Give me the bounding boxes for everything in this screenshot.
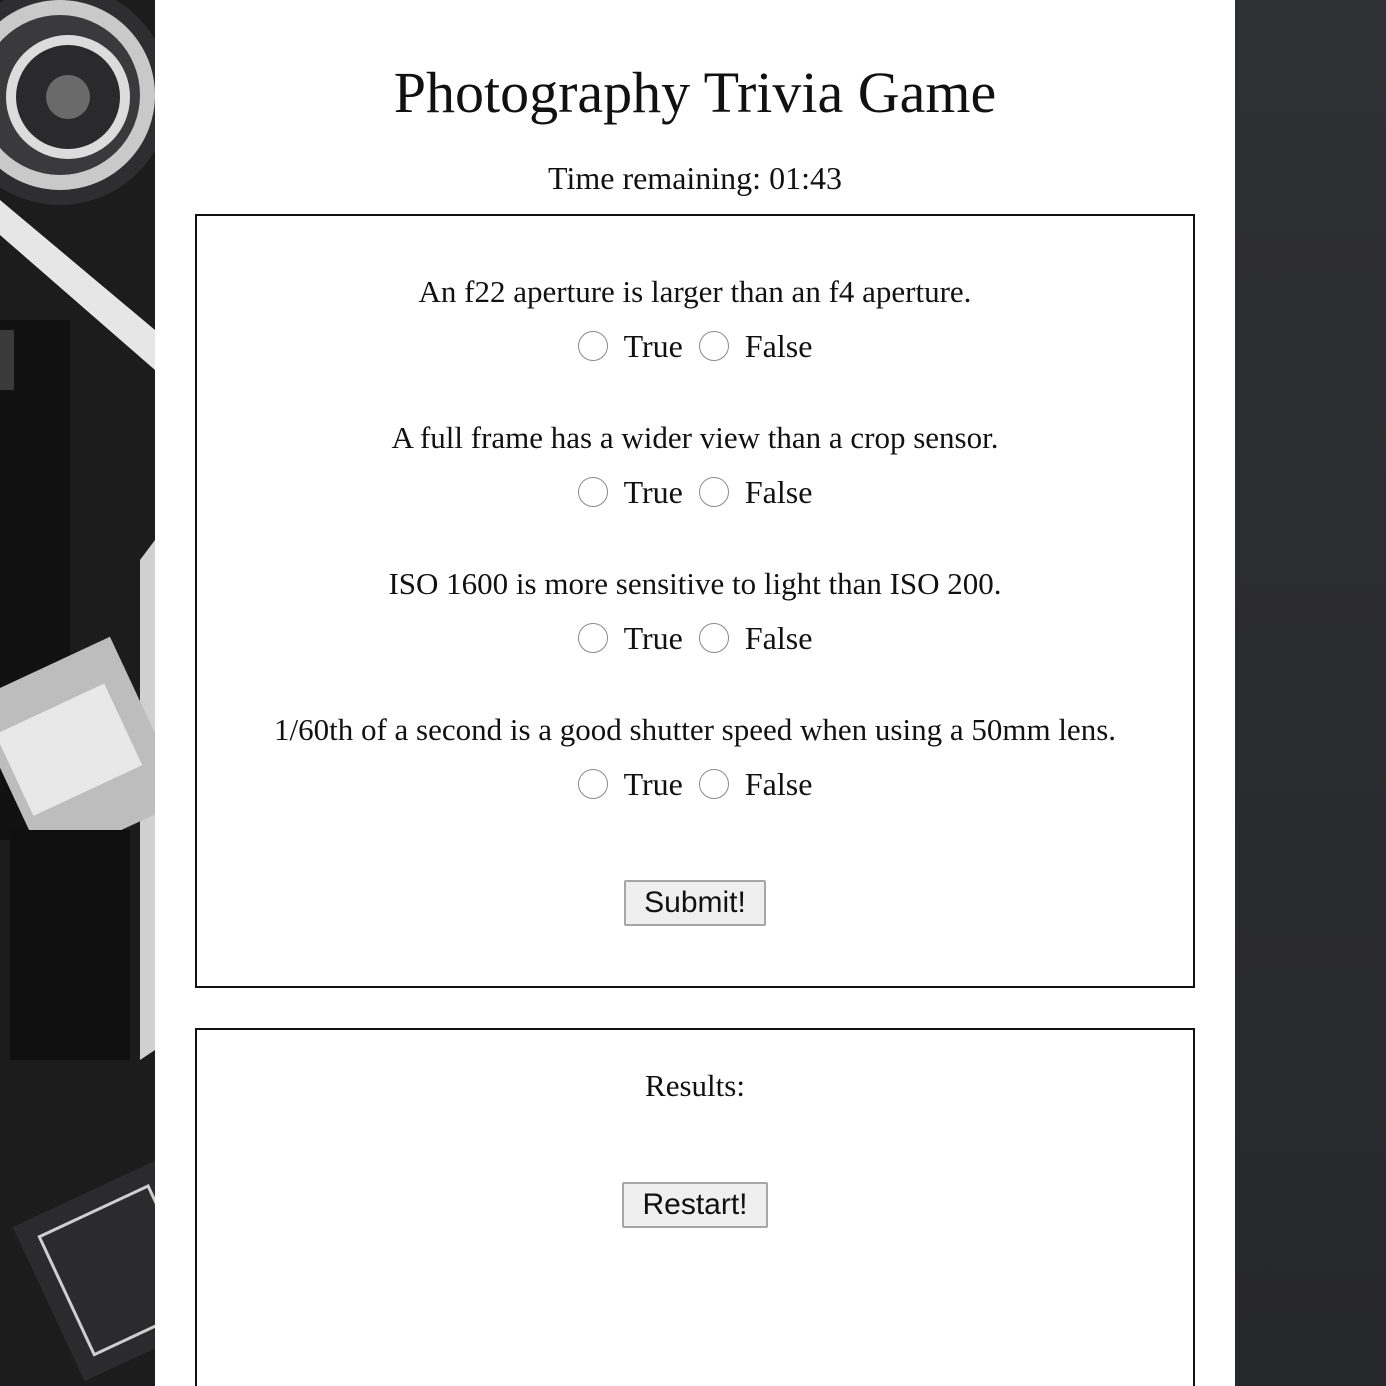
false-radio[interactable] <box>698 769 729 799</box>
false-label[interactable]: False <box>745 620 813 657</box>
true-label[interactable]: True <box>624 328 683 365</box>
page-title: Photography Trivia Game <box>393 60 997 125</box>
false-radio[interactable] <box>698 623 729 653</box>
restart-button[interactable]: Restart! <box>622 1182 768 1228</box>
question-3: ISO 1600 is more sensitive to light than… <box>197 564 1193 658</box>
answer-options: True False <box>197 618 1193 658</box>
question-4: 1/60th of a second is a good shutter spe… <box>197 710 1193 804</box>
true-radio[interactable] <box>577 331 608 361</box>
answer-options: True False <box>197 326 1193 366</box>
background-camera-photo <box>0 0 155 1386</box>
false-radio[interactable] <box>698 331 729 361</box>
question-text: 1/60th of a second is a good shutter spe… <box>273 712 1117 747</box>
quiz-form: An f22 aperture is larger than an f4 ape… <box>195 214 1195 988</box>
camera-photo-background-icon <box>0 0 155 1386</box>
question-text: ISO 1600 is more sensitive to light than… <box>388 566 1002 601</box>
results-panel: Results: Restart! <box>195 1028 1195 1386</box>
question-text: A full frame has a wider view than a cro… <box>391 420 999 455</box>
submit-button[interactable]: Submit! <box>624 880 766 926</box>
results-label: Results: <box>645 1068 745 1103</box>
false-radio[interactable] <box>698 477 729 507</box>
answer-options: True False <box>197 764 1193 804</box>
question-2: A full frame has a wider view than a cro… <box>197 418 1193 512</box>
background-right-panel <box>1235 0 1386 1386</box>
answer-options: True False <box>197 472 1193 512</box>
true-label[interactable]: True <box>624 766 683 803</box>
true-radio[interactable] <box>577 623 608 653</box>
false-label[interactable]: False <box>745 328 813 365</box>
time-remaining: Time remaining: 01:43 <box>548 160 842 196</box>
question-1: An f22 aperture is larger than an f4 ape… <box>197 272 1193 366</box>
page-container: Photography Trivia Game Time remaining: … <box>155 0 1235 1386</box>
true-radio[interactable] <box>577 477 608 507</box>
false-label[interactable]: False <box>745 766 813 803</box>
false-label[interactable]: False <box>745 474 813 511</box>
question-text: An f22 aperture is larger than an f4 ape… <box>418 274 972 309</box>
true-label[interactable]: True <box>624 474 683 511</box>
true-radio[interactable] <box>577 769 608 799</box>
true-label[interactable]: True <box>624 620 683 657</box>
